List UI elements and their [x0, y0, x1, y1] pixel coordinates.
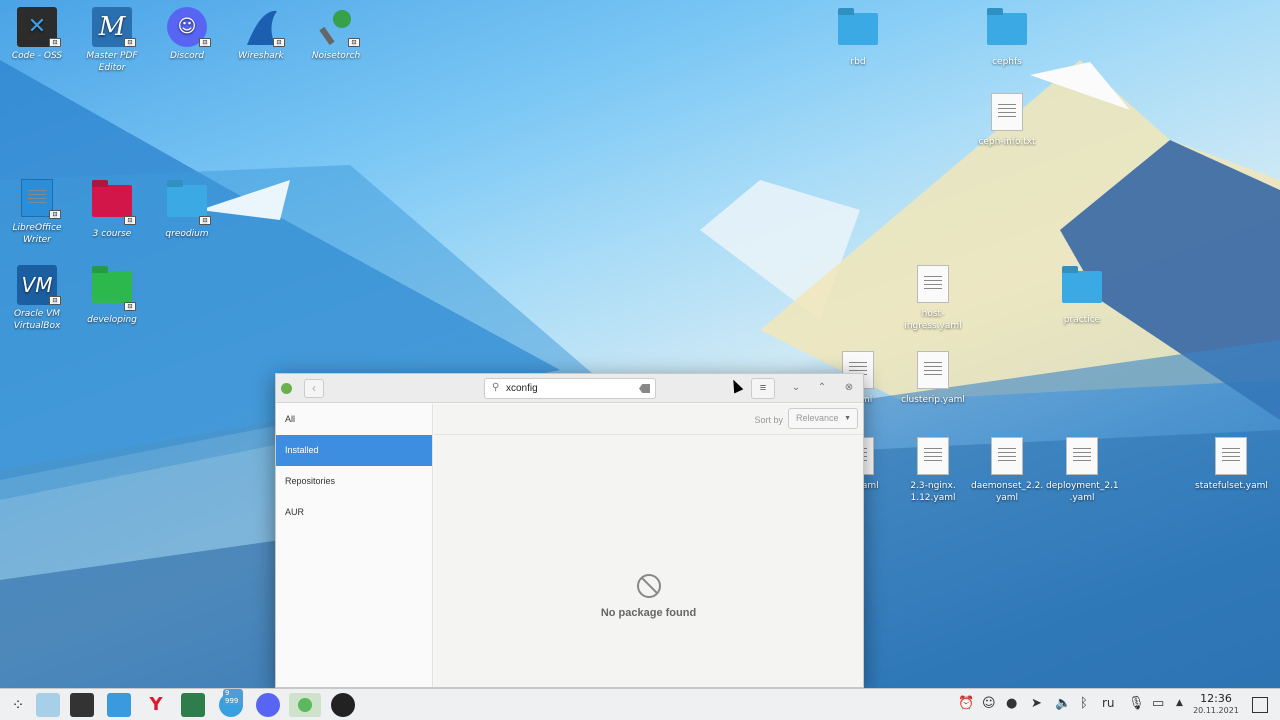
desktop-icon-nginx-1-12[interactable]: 2.3-nginx. 1.12.yaml [897, 437, 969, 504]
tray-expand-icon[interactable]: ▲ [1176, 698, 1183, 708]
telegram-tray-icon[interactable]: ➤ [1031, 696, 1042, 711]
desktop-icon-clusterip[interactable]: clusterip.yaml [897, 351, 969, 406]
sidebar-item-installed[interactable]: Installed [276, 435, 432, 466]
qreodium-folder-icon: ⊡ [167, 185, 211, 225]
sidebar-item-all[interactable]: All [276, 404, 432, 435]
discord-taskbar-icon[interactable] [256, 693, 280, 717]
yandex-browser-icon[interactable]: Y [144, 693, 168, 717]
obs-icon[interactable] [331, 693, 355, 717]
yaml-file-icon [987, 437, 1027, 477]
taskbar: ⁘ Y 9 999 ⏰ ☺ ● ➤ 🔈 ᛒ ru 🎙 ▭ ▲ 12:36 20.… [0, 688, 1280, 720]
sidebar-item-aur[interactable]: AUR [276, 497, 432, 528]
practice-folder-icon [1062, 271, 1102, 311]
cephfs-folder-icon [987, 13, 1027, 53]
desktop-icon-3-course[interactable]: ⊡ 3 course [76, 179, 148, 240]
results-pane: Sort by Relevance ▼ No package found [434, 404, 863, 687]
master-pdf-editor-icon: M ⊡ [92, 7, 136, 47]
clear-search-icon[interactable] [639, 384, 650, 393]
no-entry-icon [636, 574, 661, 598]
text-file-icon [987, 93, 1027, 133]
discord-tray-icon[interactable]: ☺ [982, 696, 996, 711]
titlebar: ‹ ⚲ xconfig ≡ ⌄ ⌃ ⊗ [276, 374, 863, 403]
sidebar: All Installed Repositories AUR [276, 404, 433, 687]
desktop-icon-ceph-info[interactable]: ceph-info.txt [971, 93, 1043, 148]
file-manager-icon[interactable] [107, 693, 131, 717]
desktop-icon-cephfs[interactable]: cephfs [971, 7, 1043, 68]
virtualbox-icon: VM ⊡ [17, 265, 61, 305]
caret-down-icon: ▼ [844, 415, 851, 422]
desktop-icon-developing[interactable]: ⊡ developing [76, 265, 148, 326]
desktop-icon-code-oss[interactable]: ✕ ⊡ Code - OSS [1, 7, 73, 62]
desktop-icon-noisetorch[interactable]: ⊡ Noisetorch [300, 7, 372, 62]
search-input[interactable]: ⚲ xconfig [484, 378, 656, 399]
clock-time[interactable]: 12:36 [1200, 692, 1232, 705]
discord-icon: ☺ ⊡ [167, 7, 211, 47]
desktop-icon-rbd[interactable]: rbd [822, 7, 894, 68]
yaml-file-icon [913, 351, 953, 391]
desktop-icon-virtualbox[interactable]: VM ⊡ Oracle VM VirtualBox [1, 265, 73, 332]
code-oss-icon: ✕ ⊡ [17, 7, 61, 47]
sort-toolbar: Sort by Relevance ▼ [434, 404, 863, 435]
terminal-icon[interactable] [70, 693, 94, 717]
yaml-file-icon [1211, 437, 1251, 477]
telegram-badge: 9 999 [223, 689, 243, 705]
desktop-icon-daemonset[interactable]: daemonset_2.2. yaml [971, 437, 1043, 504]
bluetooth-icon[interactable]: ᛒ [1080, 696, 1088, 711]
yaml-file-icon [913, 437, 953, 477]
obs-tray-icon[interactable]: ● [1006, 696, 1017, 711]
desktop-icon-practice[interactable]: practice [1046, 265, 1118, 326]
notifications-icon[interactable]: ⏰ [958, 696, 974, 711]
desktop-icon-discord[interactable]: ☺ ⊡ Discord [151, 7, 223, 62]
empty-message: No package found [600, 607, 697, 619]
chevron-left-icon: ‹ [312, 381, 316, 395]
noisetorch-icon: ⊡ [316, 7, 360, 47]
empty-state: No package found [434, 574, 863, 619]
3-course-folder-icon: ⊡ [92, 185, 136, 225]
search-value: xconfig [506, 383, 538, 394]
libreoffice-writer-icon: ⊡ [17, 179, 61, 219]
volume-icon[interactable]: 🔈 [1055, 696, 1071, 711]
minimize-button[interactable]: ⌄ [788, 380, 804, 396]
desktop-icon-libreoffice-writer[interactable]: ⊡ LibreOffice Writer [1, 179, 73, 246]
close-button[interactable]: ⊗ [841, 380, 857, 396]
desktop-icon-host-ingress[interactable]: host-ingress.yaml [897, 265, 969, 332]
package-manager-window: ‹ ⚲ xconfig ≡ ⌄ ⌃ ⊗ All Installed Reposi… [275, 373, 864, 688]
telegram-icon[interactable]: 9 999 [219, 689, 243, 717]
show-desktop-icon[interactable] [1252, 697, 1268, 713]
system-monitor-icon[interactable] [181, 693, 205, 717]
microphone-icon[interactable]: 🎙 [1128, 696, 1145, 711]
rbd-folder-icon [838, 13, 878, 53]
search-icon: ⚲ [492, 382, 500, 393]
maximize-button[interactable]: ⌃ [814, 380, 830, 396]
desktop-icon-master-pdf[interactable]: M ⊡ Master PDF Editor [76, 7, 148, 74]
desktop-icon-statefulset[interactable]: statefulset.yaml [1195, 437, 1268, 492]
menu-icon: ≡ [759, 382, 767, 394]
sort-select[interactable]: Relevance ▼ [788, 408, 858, 429]
wireshark-icon: ⊡ [241, 7, 285, 47]
package-manager-task-icon[interactable] [289, 693, 321, 717]
app-launcher-icon[interactable]: ⁘ [6, 693, 30, 717]
yaml-file-icon [913, 265, 953, 305]
sidebar-item-repositories[interactable]: Repositories [276, 466, 432, 497]
pager-icon[interactable] [36, 693, 60, 717]
desktop-icon-wireshark[interactable]: ⊡ Wireshark [225, 7, 297, 62]
hamburger-menu-button[interactable]: ≡ [751, 378, 775, 399]
display-icon[interactable]: ▭ [1152, 696, 1164, 711]
desktop-icon-qreodium[interactable]: ⊡ qreodium [151, 179, 223, 240]
clock-date[interactable]: 20.11.2021 [1190, 706, 1242, 715]
developing-folder-icon: ⊡ [92, 271, 136, 311]
keyboard-layout[interactable]: ru [1102, 696, 1115, 710]
sort-value: Relevance [796, 413, 839, 423]
desktop-icon-deployment[interactable]: deployment_2.1 .yaml [1046, 437, 1119, 504]
yaml-file-icon [1062, 437, 1102, 477]
back-button[interactable]: ‹ [304, 379, 324, 398]
sort-label: Sort by [754, 415, 783, 425]
pamac-app-icon [281, 383, 292, 394]
